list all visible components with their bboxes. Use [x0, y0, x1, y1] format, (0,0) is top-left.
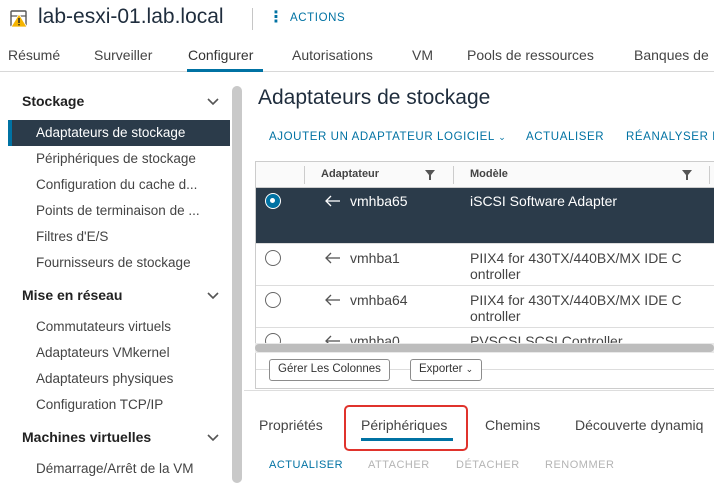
sidebar-item-adaptateurs-stockage[interactable]: Adaptateurs de stockage: [36, 125, 220, 140]
annotation-highlight-box: [344, 405, 468, 451]
cell-adapter: vmhba1: [350, 250, 400, 266]
add-software-adapter-button[interactable]: AJOUTER UN ADAPTATEUR LOGICIEL ⌄: [269, 131, 506, 143]
row-radio[interactable]: [265, 250, 281, 266]
cell-model: PIIX4 for 430TX/440BX/MX IDE C ontroller: [470, 250, 682, 282]
export-label: Exporter: [419, 363, 463, 375]
tab-vm[interactable]: VM: [412, 47, 433, 63]
filter-icon[interactable]: [425, 170, 435, 180]
tab-resume[interactable]: Résumé: [8, 47, 60, 63]
detail-tab-proprietes[interactable]: Propriétés: [259, 417, 323, 433]
cell-adapter: vmhba64: [350, 292, 408, 308]
sidebar-item-adaptateurs-vmkernel[interactable]: Adaptateurs VMkernel: [36, 345, 220, 360]
storage-adapters-grid: Adaptateur Modèle vmhba65 iSCSI Software…: [255, 161, 714, 389]
sidebar-item-adaptateurs-physiques[interactable]: Adaptateurs physiques: [36, 371, 220, 386]
filter-icon[interactable]: [682, 170, 692, 180]
main-content: Adaptateurs de stockage AJOUTER UN ADAPT…: [244, 72, 714, 483]
sidebar-section-stockage[interactable]: Stockage: [22, 93, 84, 109]
column-divider[interactable]: [453, 166, 454, 184]
chevron-down-icon[interactable]: [206, 291, 220, 301]
cell-model: PIIX4 for 430TX/440BX/MX IDE C ontroller: [470, 292, 682, 324]
tab-surveiller[interactable]: Surveiller: [94, 47, 152, 63]
tab-configurer[interactable]: Configurer: [188, 47, 253, 63]
export-button[interactable]: Exporter ⌄: [410, 359, 483, 381]
header-divider: [252, 8, 253, 30]
devices-refresh-button[interactable]: ACTUALISER: [269, 459, 343, 471]
chevron-down-icon: ⌄: [465, 364, 474, 374]
column-header-modele[interactable]: Modèle: [470, 168, 508, 180]
chevron-down-icon: ⌄: [498, 132, 507, 142]
page-title-host: lab-esxi-01.lab.local: [38, 5, 224, 28]
sidebar-item-demarrage-arret-vm[interactable]: Démarrage/Arrêt de la VM: [36, 461, 220, 476]
chevron-down-icon[interactable]: [206, 433, 220, 443]
cell-model: iSCSI Software Adapter: [470, 193, 618, 209]
sidebar-item-peripheriques-stockage[interactable]: Périphériques de stockage: [36, 151, 220, 166]
grid-header: Adaptateur Modèle: [256, 162, 714, 188]
sidebar-item-commutateurs-virtuels[interactable]: Commutateurs virtuels: [36, 319, 220, 334]
rescan-button[interactable]: RÉANALYSER L: [626, 131, 714, 143]
table-row[interactable]: vmhba1 PIIX4 for 430TX/440BX/MX IDE C on…: [256, 244, 714, 286]
cell-adapter: vmhba65: [350, 193, 408, 209]
row-radio-selected[interactable]: [265, 193, 281, 209]
column-divider[interactable]: [304, 166, 305, 184]
refresh-button[interactable]: ACTUALISER: [526, 131, 604, 143]
section-divider: [244, 390, 714, 391]
detail-tab-chemins[interactable]: Chemins: [485, 417, 540, 433]
column-divider[interactable]: [709, 166, 710, 184]
storage-adapter-icon: [325, 252, 340, 264]
actions-menu-icon[interactable]: ⋮: [268, 8, 284, 28]
sidebar-selection-bar: [8, 120, 12, 146]
table-row[interactable]: vmhba64 PIIX4 for 430TX/440BX/MX IDE C o…: [256, 286, 714, 328]
sidebar-item-filtres-es[interactable]: Filtres d'E/S: [36, 229, 220, 244]
actions-button[interactable]: ACTIONS: [290, 12, 345, 24]
table-row[interactable]: vmhba65 iSCSI Software Adapter: [256, 188, 714, 244]
chevron-down-icon[interactable]: [206, 97, 220, 107]
object-header: lab-esxi-01.lab.local ⋮ ACTIONS: [0, 0, 714, 38]
row-radio[interactable]: [265, 292, 281, 308]
sidebar-item-fournisseurs-stockage[interactable]: Fournisseurs de stockage: [36, 255, 220, 270]
column-header-adaptateur[interactable]: Adaptateur: [321, 168, 379, 180]
page-title: Adaptateurs de stockage: [258, 86, 491, 109]
host-warning-icon: [10, 10, 28, 28]
tab-pools-ressources[interactable]: Pools de ressources: [467, 47, 594, 63]
tab-banques[interactable]: Banques de: [634, 47, 709, 63]
tab-autorisations[interactable]: Autorisations: [292, 47, 373, 63]
sidebar-section-machines-virtuelles[interactable]: Machines virtuelles: [22, 429, 151, 445]
sidebar-section-mise-en-reseau[interactable]: Mise en réseau: [22, 287, 122, 303]
attach-button[interactable]: ATTACHER: [368, 459, 430, 471]
config-sidebar: Stockage Adaptateurs de stockage Périphé…: [0, 80, 244, 483]
object-tabs: Résumé Surveiller Configurer Autorisatio…: [0, 38, 714, 72]
sidebar-item-configuration-cache[interactable]: Configuration du cache d...: [36, 177, 220, 192]
add-software-adapter-label: AJOUTER UN ADAPTATEUR LOGICIEL: [269, 131, 495, 143]
sidebar-item-points-terminaison[interactable]: Points de terminaison de ...: [36, 203, 220, 218]
sidebar-scrollbar-thumb[interactable]: [232, 86, 242, 483]
grid-scrollbar-thumb[interactable]: [255, 344, 714, 352]
detail-tab-decouverte-dynamique[interactable]: Découverte dynamiq: [575, 417, 703, 433]
detach-button[interactable]: DÉTACHER: [456, 459, 520, 471]
storage-adapter-icon: [325, 294, 340, 306]
sidebar-item-configuration-tcpip[interactable]: Configuration TCP/IP: [36, 397, 220, 412]
rename-button[interactable]: RENOMMER: [545, 459, 614, 471]
grid-horizontal-scrollbar[interactable]: [255, 343, 714, 353]
storage-adapter-icon: [325, 195, 340, 207]
manage-columns-button[interactable]: Gérer Les Colonnes: [269, 359, 390, 381]
